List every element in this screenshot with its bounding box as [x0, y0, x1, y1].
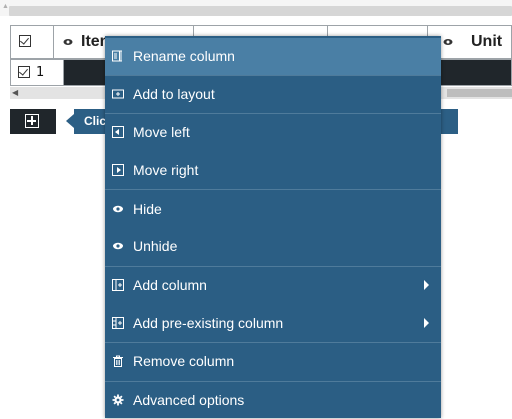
- menu-divider: [105, 189, 441, 190]
- menu-item-add-pre-existing-column[interactable]: Add pre-existing column: [105, 305, 441, 342]
- menu-item-hide[interactable]: Hide: [105, 191, 441, 228]
- top-scrollbar[interactable]: ▲: [0, 0, 512, 16]
- menu-item-label: Add pre-existing column: [133, 315, 284, 331]
- move-right-icon: [112, 164, 124, 176]
- row-number: 1: [36, 65, 45, 80]
- menu-item-move-right[interactable]: Move right: [105, 152, 441, 189]
- top-scrollbar-track[interactable]: [9, 6, 512, 16]
- eye-icon: [113, 242, 123, 250]
- menu-item-add-column[interactable]: Add column: [105, 267, 441, 304]
- add-column-icon: [112, 279, 124, 291]
- menu-item-label: Move left: [133, 124, 190, 140]
- submenu-arrow-icon: [424, 318, 429, 328]
- select-all-checkbox[interactable]: [19, 35, 31, 47]
- menu-item-label: Unhide: [133, 238, 178, 254]
- menu-item-remove-column[interactable]: Remove column: [105, 343, 441, 380]
- gear-icon: [112, 394, 124, 406]
- menu-item-move-left[interactable]: Move left: [105, 114, 441, 151]
- tooltip-text: Click: [84, 114, 105, 128]
- eye-icon: [63, 39, 73, 45]
- add-row-button[interactable]: [10, 109, 56, 134]
- menu-item-label: Advanced options: [133, 392, 245, 408]
- trash-icon: [113, 355, 123, 367]
- scrollbar-thumb[interactable]: [447, 89, 512, 97]
- eye-icon: [113, 205, 123, 213]
- submenu-arrow-icon: [424, 280, 429, 290]
- row-select-cell[interactable]: 1: [11, 60, 64, 85]
- add-to-layout-icon: [112, 89, 124, 99]
- select-all-cell[interactable]: [11, 26, 54, 58]
- row-checkbox[interactable]: [18, 66, 30, 78]
- menu-item-label: Add to layout: [133, 86, 215, 102]
- column-header-label: Unit: [471, 33, 503, 50]
- move-left-icon: [112, 126, 124, 138]
- eye-icon: [443, 39, 453, 45]
- scroll-up-arrow-icon[interactable]: ▲: [2, 3, 9, 10]
- column-context-menu: Rename column Add to layout Move left Mo…: [105, 36, 441, 418]
- menu-item-unhide[interactable]: Unhide: [105, 228, 441, 265]
- scroll-left-arrow-icon[interactable]: ◀: [12, 87, 18, 99]
- menu-item-label: Move right: [133, 162, 199, 178]
- menu-item-label: Rename column: [133, 48, 235, 64]
- menu-item-label: Hide: [133, 201, 162, 217]
- menu-item-advanced-options[interactable]: Advanced options: [105, 382, 441, 419]
- plus-icon: [25, 114, 39, 128]
- menu-item-add-to-layout[interactable]: Add to layout: [105, 76, 441, 113]
- menu-item-label: Remove column: [133, 353, 235, 369]
- add-pre-existing-column-icon: [112, 317, 124, 329]
- menu-item-rename-column[interactable]: Rename column: [105, 38, 441, 75]
- menu-item-label: Add column: [133, 277, 207, 293]
- tooltip-arrow: [66, 114, 74, 128]
- rename-column-icon: [112, 50, 122, 62]
